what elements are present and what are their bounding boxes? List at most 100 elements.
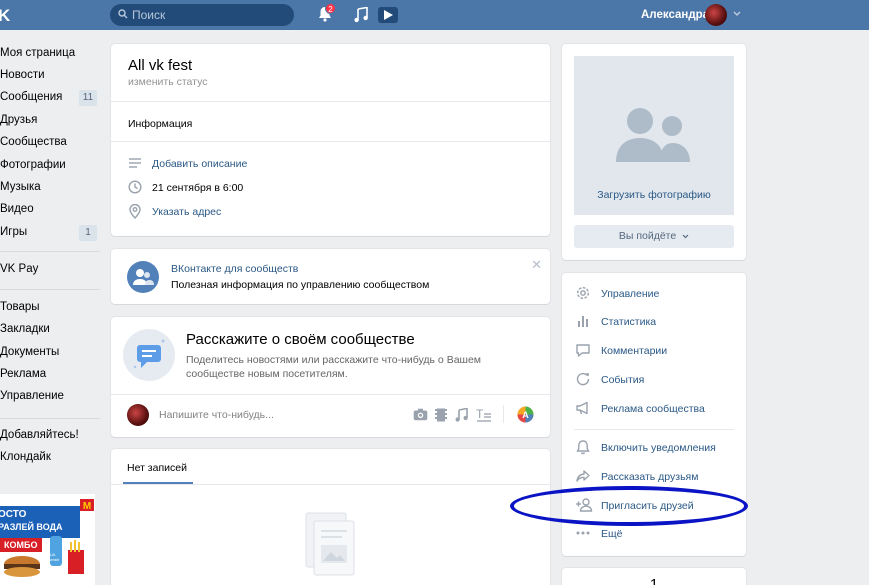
bar-chart-icon	[578, 316, 588, 327]
menu-item-community-ads[interactable]: Реклама сообщества	[575, 398, 745, 420]
player-button[interactable]	[378, 7, 398, 23]
sidebar-item-label: Игры	[0, 226, 28, 238]
sidebar-divider	[0, 418, 100, 419]
vk-logo-icon[interactable]: K	[0, 6, 10, 26]
sidebar-ad-banner[interactable]: M ОСТО РАЗЛЕЙ ВОДА КОМБО AQUA Minerale	[0, 494, 95, 585]
play-icon	[384, 10, 393, 20]
music-icon[interactable]	[354, 7, 368, 23]
menu-item-events[interactable]: События	[575, 369, 745, 391]
poster-colorful-icon[interactable]: A	[517, 406, 534, 423]
menu-item-tell-friends[interactable]: Рассказать друзьям	[575, 466, 745, 488]
tell-title: Расскажите о своём сообществе	[186, 331, 415, 348]
empty-posts-icon	[305, 512, 355, 576]
sidebar-item-documents[interactable]: Документы	[0, 343, 100, 363]
article-text-icon[interactable]: T	[476, 408, 491, 422]
change-status-link[interactable]: изменить статус	[128, 76, 207, 88]
add-description-row[interactable]: Добавить описание	[128, 155, 428, 173]
sidebar-item-vk-pay[interactable]: VK Pay	[0, 260, 100, 280]
chat-bubble-icon	[123, 329, 175, 381]
menu-item-label: Рассказать друзьям	[601, 471, 699, 483]
sidebar-item-label: Друзья	[0, 114, 38, 126]
promo-title-link[interactable]: ВКонтакте для сообществ	[171, 263, 298, 275]
text-lines-icon	[129, 158, 141, 168]
bottom-card: 1	[562, 568, 746, 585]
audio-note-icon[interactable]	[455, 408, 468, 422]
sidebar-item-photos[interactable]: Фотографии	[0, 156, 100, 176]
menu-item-label: События	[601, 374, 645, 386]
promo-card: ВКонтакте для сообществ Полезная информа…	[111, 249, 550, 304]
camera-icon[interactable]	[413, 408, 428, 421]
sidebar-item-video[interactable]: Видео	[0, 200, 100, 220]
sidebar-item-bookmarks[interactable]: Закладки	[0, 320, 100, 340]
event-date-row: 21 сентября в 6:00	[128, 179, 428, 197]
sidebar-item-communities[interactable]: Сообщества	[0, 133, 100, 153]
sidebar-item-messages[interactable]: Сообщения 11	[0, 88, 100, 108]
sidebar-item-label: Сообщения	[0, 91, 63, 103]
menu-item-more[interactable]: Ещё	[575, 523, 745, 545]
post-composer-input[interactable]: Напишите что-нибудь...	[159, 409, 274, 421]
menu-item-label: Ещё	[601, 528, 623, 540]
sidebar-item-music[interactable]: Музыка	[0, 178, 100, 198]
chevron-down-icon[interactable]	[733, 11, 741, 17]
divider	[111, 141, 550, 142]
sidebar-item-manage[interactable]: Управление	[0, 387, 100, 407]
divider	[111, 101, 550, 102]
sidebar-item-ads[interactable]: Реклама	[0, 365, 100, 385]
sidebar-item-label: Товары	[0, 301, 40, 313]
sidebar-item-label: Клондайк	[0, 451, 51, 463]
sidebar-item-news[interactable]: Новости	[0, 66, 100, 86]
add-address-row[interactable]: Указать адрес	[128, 203, 428, 221]
menu-item-label: Реклама сообщества	[601, 403, 705, 415]
more-dots-icon	[576, 531, 590, 535]
menu-item-enable-notifications[interactable]: Включить уведомления	[575, 437, 745, 459]
divider	[111, 394, 550, 395]
messages-count-badge: 11	[79, 90, 97, 106]
upload-photo-label: Загрузить фотографию	[597, 189, 711, 201]
user-name[interactable]: Александра	[641, 9, 709, 21]
sidebar-item-label: Видео	[0, 203, 34, 215]
sidebar-item-dobavlyaytes[interactable]: Добавляйтесь!	[0, 426, 100, 446]
add-address-link[interactable]: Указать адрес	[152, 206, 221, 218]
search-icon	[118, 9, 128, 19]
sidebar-divider	[0, 251, 100, 252]
menu-item-label: Управление	[601, 288, 660, 300]
sidebar-item-label: Добавляйтесь!	[0, 429, 79, 441]
sidebar-item-label: Управление	[0, 390, 64, 402]
video-film-icon[interactable]	[435, 408, 447, 422]
avatar[interactable]	[705, 4, 727, 26]
sidebar-item-my-page[interactable]: Моя страница	[0, 44, 100, 64]
tell-description: Поделитесь новостями или расскажите что-…	[186, 354, 482, 380]
top-bar: K Поиск 2 Александра	[0, 0, 869, 30]
ad-line-3: КОМБО	[4, 540, 38, 550]
svg-text:A: A	[522, 410, 529, 420]
close-icon[interactable]: ✕	[531, 257, 542, 273]
sidebar-item-label: Закладки	[0, 323, 50, 335]
megaphone-icon	[576, 401, 588, 415]
menu-item-manage[interactable]: Управление	[575, 283, 745, 305]
menu-item-comments[interactable]: Комментарии	[575, 340, 745, 362]
sidebar-item-klondike[interactable]: Клондайк	[0, 448, 100, 468]
add-description-link[interactable]: Добавить описание	[152, 158, 247, 170]
svg-text:M: M	[83, 501, 91, 512]
menu-item-statistics[interactable]: Статистика	[575, 311, 745, 333]
sidebar-item-label: Реклама	[0, 368, 47, 380]
events-icon	[576, 372, 590, 386]
going-label: Вы пойдёте	[618, 230, 677, 242]
sidebar-item-label: Фотографии	[0, 159, 66, 171]
sidebar-item-friends[interactable]: Друзья	[0, 111, 100, 131]
search-placeholder: Поиск	[132, 8, 166, 22]
gear-icon	[576, 286, 590, 300]
tab-no-posts[interactable]: Нет записей	[127, 462, 187, 474]
group-placeholder-icon	[616, 108, 690, 162]
sidebar-item-label: Сообщества	[0, 136, 67, 148]
svg-text:T: T	[476, 408, 484, 421]
clock-icon	[128, 180, 142, 194]
search-input[interactable]: Поиск	[110, 4, 294, 26]
menu-item-label: Комментарии	[601, 345, 668, 357]
sidebar-item-goods[interactable]: Товары	[0, 298, 100, 318]
upload-photo-area[interactable]: Загрузить фотографию	[574, 56, 734, 215]
going-dropdown-button[interactable]: Вы пойдёте	[574, 225, 734, 248]
sidebar-item-games[interactable]: Игры 1	[0, 223, 100, 243]
divider	[111, 484, 550, 485]
wall-card: Нет записей	[111, 449, 550, 585]
